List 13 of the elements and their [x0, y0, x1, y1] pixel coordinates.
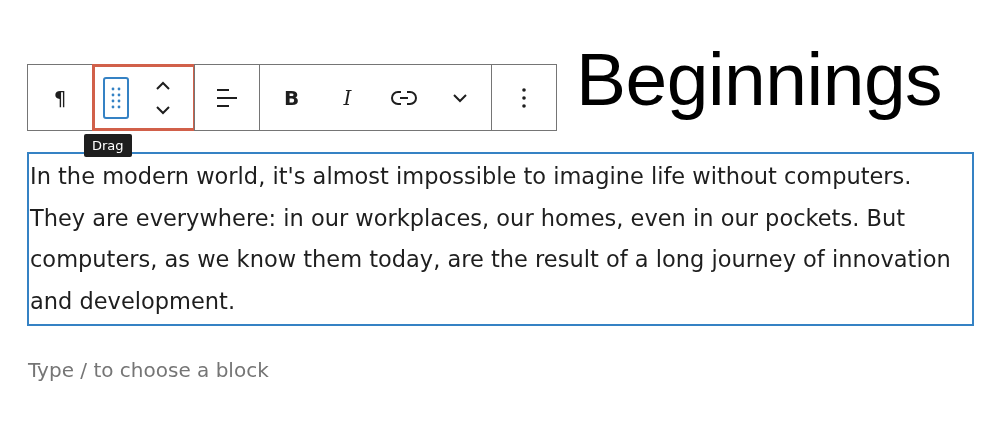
block-placeholder[interactable]: Type / to choose a block: [28, 358, 269, 382]
drag-button[interactable]: [101, 75, 130, 120]
more-options-icon: [521, 85, 527, 110]
italic-button[interactable]: I: [319, 73, 376, 122]
paragraph-block[interactable]: In the modern world, it's almost impossible to imagine life without computers. They are everywhere: in our workplaces, our homes, even in our pockets. But computers, as we know them today, are the result of a long journey of innovation and development.: [27, 152, 974, 326]
align-left-icon: [215, 86, 239, 109]
drag-handle-icon: [110, 86, 121, 109]
link-icon: [389, 88, 418, 107]
tooltip: Drag: [84, 134, 132, 157]
paragraph-button[interactable]: ¶: [32, 73, 88, 122]
heading: Beginnings: [576, 36, 943, 123]
bold-button[interactable]: B: [263, 73, 320, 122]
chevron-down-icon: [450, 91, 469, 104]
